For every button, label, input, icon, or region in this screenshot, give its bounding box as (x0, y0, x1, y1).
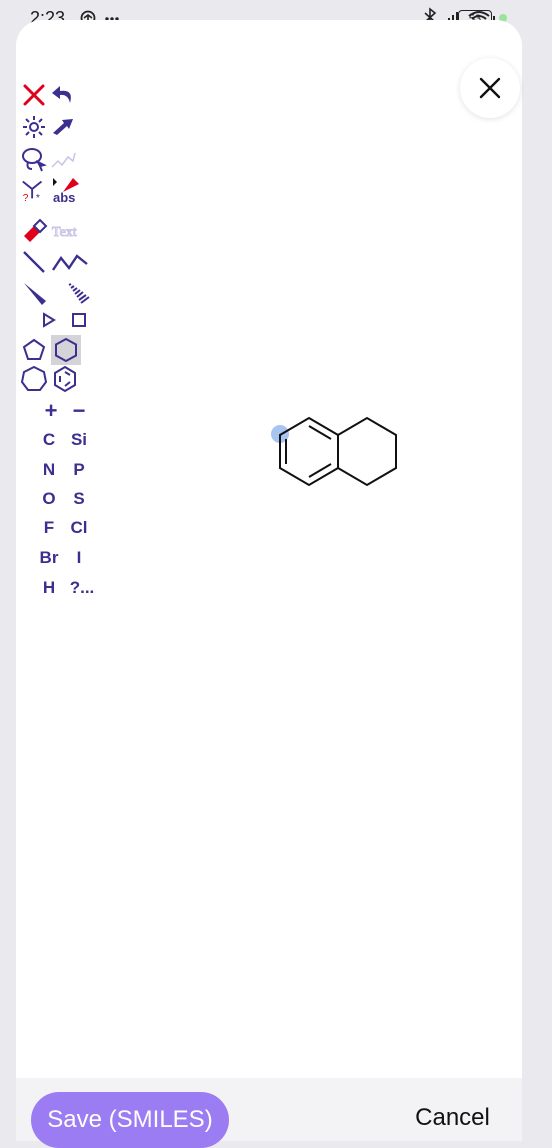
cancel-button[interactable]: Cancel (400, 1104, 505, 1132)
molecule-canvas[interactable] (0, 0, 552, 1141)
save-smiles-button[interactable]: Save (SMILES) (31, 1092, 229, 1148)
tetralin-molecule (271, 418, 396, 485)
